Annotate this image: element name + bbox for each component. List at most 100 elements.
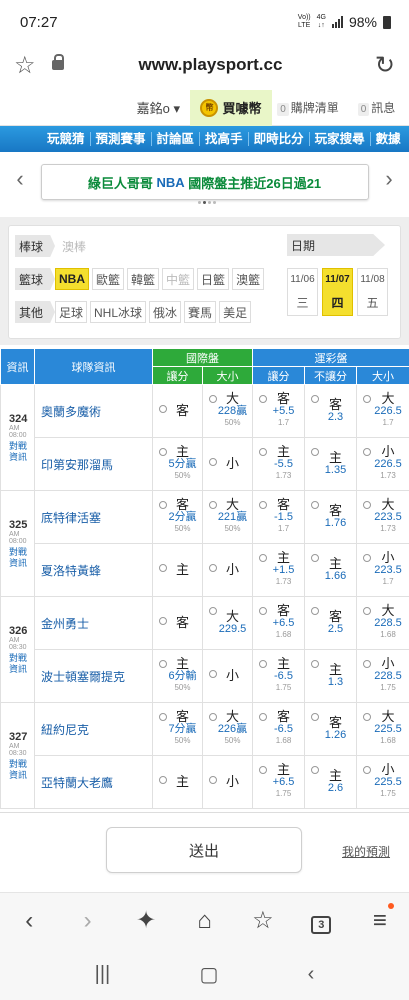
lottery-total-option[interactable]: 大 228.5 1.68 (355, 596, 409, 650)
lottery-total-option[interactable]: 大 226.5 1.7 (355, 384, 409, 438)
recent-apps-icon[interactable]: ||| (95, 963, 111, 986)
filter-option-japan-basketball[interactable]: 日籃 (197, 268, 230, 290)
banner-message[interactable]: 綠巨人哥哥 NBA 國際盤主推近26日過21 (40, 164, 369, 200)
spread-option[interactable]: 客 7分贏 50% (152, 702, 203, 756)
filter-option-russia-hockey[interactable]: 俄冰 (149, 301, 182, 323)
lottery-total-option[interactable]: 大 225.5 1.68 (355, 702, 409, 756)
lottery-spread-option[interactable]: 客 +5.5 1.7 (252, 384, 305, 438)
messages-link[interactable]: 0 訊息 (344, 99, 409, 116)
team-name[interactable]: 底特律活塞 (34, 490, 153, 544)
spread-option[interactable]: 客 (152, 596, 203, 650)
total-option[interactable]: 小 (202, 649, 253, 703)
tabs-icon[interactable]: 3 (301, 907, 341, 935)
url-text[interactable]: www.playsport.cc (64, 55, 357, 75)
total-option[interactable]: 小 (202, 437, 253, 491)
date-option-1106[interactable]: 11/06 三 (287, 268, 318, 316)
home-icon[interactable]: ⌂ (184, 907, 224, 935)
my-predictions-link[interactable]: 我的預測 (342, 843, 390, 860)
lottery-spread-option[interactable]: 客 +6.5 1.68 (252, 596, 305, 650)
nav-item-live-scores[interactable]: 即時比分 (247, 132, 309, 146)
lock-icon[interactable] (52, 54, 64, 70)
no-spread-option[interactable]: 主 1.3 (304, 649, 357, 703)
team-name[interactable]: 亞特蘭大老鷹 (34, 755, 153, 809)
sparkle-icon[interactable]: ✦ (126, 906, 166, 935)
nav-item-predict[interactable]: 預測賽事 (89, 132, 151, 146)
lottery-spread-option[interactable]: 客 -1.5 1.7 (252, 490, 305, 544)
home-button-icon[interactable]: ▢ (199, 962, 218, 987)
notification-dot (387, 902, 394, 909)
total-option[interactable]: 大 226贏 50% (202, 702, 253, 756)
lottery-spread-option[interactable]: 主 -6.5 1.75 (252, 649, 305, 703)
total-option[interactable]: 大 221贏 50% (202, 490, 253, 544)
filter-option-soccer[interactable]: 足球 (55, 301, 88, 323)
spread-option[interactable]: 主 (152, 543, 203, 597)
reload-icon[interactable]: ↻ (367, 51, 395, 80)
team-name[interactable]: 紐約尼克 (34, 702, 153, 756)
lottery-total-option[interactable]: 小 225.5 1.75 (355, 755, 409, 809)
nav-item-guess[interactable]: 玩競猜 (42, 132, 90, 146)
filter-option-aus-basketball[interactable]: 澳籃 (232, 268, 265, 290)
filter-option-american-football[interactable]: 美足 (219, 301, 252, 323)
system-back-icon[interactable]: ‹ (308, 963, 315, 986)
spread-option[interactable]: 主 6分輸 50% (152, 649, 203, 703)
team-name[interactable]: 奧蘭多魔術 (34, 384, 153, 438)
total-option[interactable]: 小 (202, 755, 253, 809)
matchup-info-link[interactable]: 對戰 資訊 (9, 759, 34, 781)
filter-option-horse-racing[interactable]: 賽馬 (184, 301, 217, 323)
no-spread-option[interactable]: 主 2.6 (304, 755, 357, 809)
spread-option[interactable]: 客 2分贏 50% (152, 490, 203, 544)
filter-option-aus-baseball[interactable]: 澳棒 (59, 235, 89, 257)
filter-option-euro-basketball[interactable]: 歐籃 (92, 268, 125, 290)
team-name[interactable]: 波士頓塞爾提克 (34, 649, 153, 703)
submit-button[interactable]: 送出 (106, 827, 302, 873)
no-spread-option[interactable]: 客 2.3 (304, 384, 357, 438)
back-icon[interactable]: ‹ (9, 907, 49, 935)
banner-prev-icon[interactable]: ‹ (10, 166, 30, 192)
lottery-spread-option[interactable]: 主 -5.5 1.73 (252, 437, 305, 491)
lottery-total-option[interactable]: 小 223.5 1.7 (355, 543, 409, 597)
nav-item-experts[interactable]: 找高手 (199, 132, 248, 146)
nav-item-forum[interactable]: 討論區 (150, 132, 200, 146)
lottery-spread-option[interactable]: 客 -6.5 1.68 (252, 702, 305, 756)
no-spread-option[interactable]: 主 1.35 (304, 437, 357, 491)
lottery-spread-option[interactable]: 主 +6.5 1.75 (252, 755, 305, 809)
spread-option[interactable]: 客 (152, 384, 203, 438)
date-option-1108[interactable]: 11/08 五 (357, 268, 388, 316)
no-spread-option[interactable]: 客 1.76 (304, 490, 357, 544)
no-spread-option[interactable]: 客 2.5 (304, 596, 357, 650)
filter-option-nhl[interactable]: NHL冰球 (90, 301, 147, 323)
odds-text: 1.68 (380, 736, 396, 745)
spread-option[interactable]: 主 5分贏 50% (152, 437, 203, 491)
filter-option-korea-basketball[interactable]: 韓籃 (127, 268, 160, 290)
lottery-total-option[interactable]: 小 228.5 1.75 (355, 649, 409, 703)
nav-item-stats[interactable]: 數據 (369, 132, 406, 146)
bookmark-star-icon[interactable]: ☆ (14, 51, 46, 80)
buy-coins-button[interactable]: 幣 買噱幣 (190, 89, 272, 126)
team-name[interactable]: 夏洛特黃蜂 (34, 543, 153, 597)
filter-option-china-basketball[interactable]: 中籃 (162, 268, 195, 290)
bookmarks-icon[interactable]: ☆ (243, 906, 283, 935)
cart-link[interactable]: 0 購牌清單 (272, 99, 344, 116)
matchup-info-link[interactable]: 對戰 資訊 (9, 547, 34, 569)
team-name[interactable]: 金州勇士 (34, 596, 153, 650)
lottery-total-option[interactable]: 大 223.5 1.73 (355, 490, 409, 544)
menu-icon[interactable]: ≡ (360, 902, 400, 935)
forward-icon[interactable]: › (68, 907, 108, 935)
lottery-total-option[interactable]: 小 226.5 1.73 (355, 437, 409, 491)
total-option[interactable]: 大 228贏 50% (202, 384, 253, 438)
matchup-info-link[interactable]: 對戰 資訊 (9, 441, 34, 463)
team-name[interactable]: 印第安那溜馬 (34, 437, 153, 491)
user-menu[interactable]: 嘉銘o ▾ (0, 98, 190, 117)
odds-text: 1.35 (324, 464, 347, 476)
total-option[interactable]: 大 229.5 (202, 596, 253, 650)
matchup-info-link[interactable]: 對戰 資訊 (9, 653, 34, 675)
date-option-1107[interactable]: 11/07 四 (322, 268, 353, 316)
nav-item-player-search[interactable]: 玩家搜尋 (308, 132, 370, 146)
no-spread-option[interactable]: 客 1.26 (304, 702, 357, 756)
spread-option[interactable]: 主 (152, 755, 203, 809)
lottery-spread-option[interactable]: 主 +1.5 1.73 (252, 543, 305, 597)
no-spread-option[interactable]: 主 1.66 (304, 543, 357, 597)
filter-option-nba[interactable]: NBA (55, 268, 89, 290)
banner-next-icon[interactable]: › (379, 166, 399, 192)
total-option[interactable]: 小 (202, 543, 253, 597)
